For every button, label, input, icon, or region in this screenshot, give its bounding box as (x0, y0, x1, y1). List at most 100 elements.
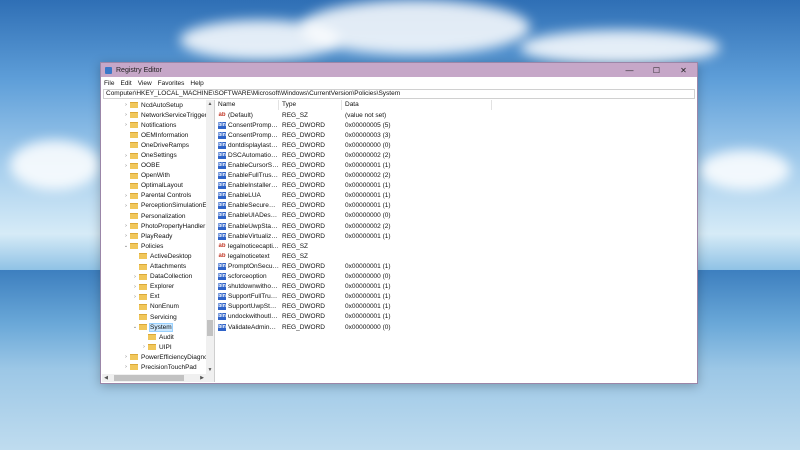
tree-item[interactable]: ⌄ System (102, 322, 206, 332)
tree-item[interactable]: › OOBE (102, 161, 206, 171)
chevron-right-icon[interactable]: › (122, 153, 130, 159)
tree-item[interactable]: Personalization (102, 211, 206, 221)
scroll-right-arrow-icon[interactable]: ▶ (198, 374, 206, 382)
tree-item[interactable]: › Notifications (102, 120, 206, 130)
tree-item[interactable]: › NetworkServiceTriggers (102, 110, 206, 120)
chevron-right-icon[interactable]: › (122, 163, 130, 169)
value-row[interactable]: bin ConsentPromptB... REG_DWORD 0x00000003 … (215, 130, 696, 140)
tree-item[interactable]: Audit (102, 332, 206, 342)
chevron-right-icon[interactable]: › (122, 203, 130, 209)
column-header-name[interactable]: Name (215, 100, 279, 110)
tree-item[interactable]: › UIPI (102, 342, 206, 352)
chevron-right-icon[interactable]: › (122, 233, 130, 239)
column-header-data[interactable]: Data (342, 100, 492, 110)
tree-item[interactable]: › PerceptionSimulationExt (102, 201, 206, 211)
tree-item[interactable]: OpenWith (102, 171, 206, 181)
chevron-right-icon[interactable]: › (131, 274, 139, 280)
chevron-right-icon[interactable]: › (122, 193, 130, 199)
tree-item[interactable]: ActiveDesktop (102, 251, 206, 261)
value-row[interactable]: bin EnableVirtualizat... REG_DWORD 0x000000… (215, 231, 696, 241)
chevron-down-icon[interactable]: ⌄ (122, 243, 130, 249)
value-name-cell: bin shutdownwithou... (215, 283, 279, 291)
tree-item[interactable]: › PrecisionTouchPad (102, 362, 206, 372)
scroll-down-arrow-icon[interactable]: ▼ (206, 366, 214, 374)
chevron-right-icon[interactable]: › (122, 102, 130, 108)
scroll-thumb[interactable] (114, 375, 184, 381)
value-row[interactable]: bin dontdisplaylastu... REG_DWORD 0x0000000… (215, 140, 696, 150)
tree-vertical-scrollbar[interactable]: ▲ ▼ (206, 100, 214, 374)
menu-favorites[interactable]: Favorites (158, 80, 185, 87)
chevron-right-icon[interactable]: › (131, 284, 139, 290)
maximize-button[interactable]: ☐ (643, 63, 670, 77)
tree-item[interactable]: › PhotoPropertyHandler (102, 221, 206, 231)
value-row[interactable]: bin shutdownwithou... REG_DWORD 0x00000001 … (215, 282, 696, 292)
value-row[interactable]: binEnableFullTrustSt...REG_DWORD 0x000000… (215, 171, 696, 181)
value-data: 0x00000000 (0) (345, 141, 391, 149)
value-row[interactable]: bin DSCAutomation... REG_DWORD 0x00000002 (… (215, 150, 696, 160)
value-name-cell: ab legalnoticetext (215, 253, 279, 260)
chevron-right-icon[interactable]: › (122, 112, 130, 118)
value-name-cell: bin EnableInstallerD... (215, 182, 279, 190)
scroll-left-arrow-icon[interactable]: ◀ (102, 374, 110, 382)
value-row[interactable]: binEnableSecureUIA...REG_DWORD 0x00000001… (215, 201, 696, 211)
value-row[interactable]: bin SupportFullTrust... REG_DWORD 0x0000000… (215, 292, 696, 302)
value-name: scforceoption (228, 273, 267, 281)
tree-item[interactable]: › DataCollection (102, 272, 206, 282)
menu-file[interactable]: File (104, 80, 114, 87)
chevron-right-icon[interactable]: › (140, 344, 148, 350)
value-row[interactable]: bin scforceoption REG_DWORD 0x00000000 (0) (215, 272, 696, 282)
minimize-button[interactable]: — (616, 63, 643, 77)
value-row[interactable]: ab (Default) REG_SZ (value not set) (215, 110, 696, 120)
value-row[interactable]: bin PromptOnSecure... REG_DWORD 0x00000001 … (215, 261, 696, 271)
menu-view[interactable]: View (138, 80, 152, 87)
menu-help[interactable]: Help (190, 80, 203, 87)
value-row[interactable]: bin undockwithoutlo... REG_DWORD 0x00000001… (215, 312, 696, 322)
tree-item[interactable]: OptimalLayout (102, 181, 206, 191)
value-row[interactable]: bin ConsentPromptB... REG_DWORD 0x00000005 … (215, 120, 696, 130)
value-row[interactable]: binEnableCursorSup...REG_DWORD 0x00000001… (215, 160, 696, 170)
tree-item[interactable]: OneDriveRamps (102, 140, 206, 150)
scroll-thumb[interactable] (207, 320, 213, 336)
tree-item[interactable]: Attachments (102, 262, 206, 272)
value-row[interactable]: bin EnableUIADeskt... REG_DWORD 0x00000000 … (215, 211, 696, 221)
tree-item[interactable]: › PowerEfficiencyDiagno (102, 352, 206, 362)
chevron-right-icon[interactable]: › (122, 364, 130, 370)
scroll-up-arrow-icon[interactable]: ▲ (206, 100, 214, 108)
column-header-type[interactable]: Type (279, 100, 342, 110)
title-bar[interactable]: Registry Editor — ☐ ✕ (101, 63, 697, 77)
value-row[interactable]: bin EnableUwpStart... REG_DWORD 0x00000002 … (215, 221, 696, 231)
tree-item[interactable]: › Explorer (102, 282, 206, 292)
chevron-right-icon[interactable]: › (122, 122, 130, 128)
binary-value-icon: bin (218, 262, 226, 270)
chevron-right-icon[interactable]: › (122, 354, 130, 360)
tree-horizontal-scrollbar[interactable]: ◀ ▶ (102, 374, 214, 382)
value-row[interactable]: bin EnableInstallerD... REG_DWORD 0x0000000… (215, 181, 696, 191)
tree-item[interactable]: › OneSettings (102, 150, 206, 160)
value-data: 0x00000001 (1) (345, 313, 391, 321)
value-type: REG_DWORD (282, 121, 325, 129)
chevron-right-icon[interactable]: › (131, 294, 139, 300)
tree-item[interactable]: › Parental Controls (102, 191, 206, 201)
tree-item[interactable]: › Ext (102, 292, 206, 302)
value-row[interactable]: ab legalnoticecapti... REG_SZ (215, 241, 696, 251)
tree-item[interactable]: Servicing (102, 312, 206, 322)
tree-item[interactable]: › PlayReady (102, 231, 206, 241)
value-type: REG_DWORD (282, 151, 325, 159)
close-button[interactable]: ✕ (670, 63, 697, 77)
menu-edit[interactable]: Edit (120, 80, 131, 87)
folder-icon (148, 334, 156, 341)
chevron-down-icon[interactable]: ⌄ (131, 324, 139, 330)
tree-item[interactable]: › NcdAutoSetup (102, 100, 206, 110)
value-row[interactable]: bin ValidateAdminC... REG_DWORD 0x00000000 … (215, 322, 696, 332)
binary-value-icon: bin (218, 162, 226, 170)
value-row[interactable]: ab legalnoticetext REG_SZ (215, 251, 696, 261)
tree-item-label: PhotoPropertyHandler (141, 222, 206, 230)
value-row[interactable]: bin EnableLUA REG_DWORD 0x00000001 (1) (215, 191, 696, 201)
value-row[interactable]: bin SupportUwpStar... REG_DWORD 0x00000001 … (215, 302, 696, 312)
chevron-right-icon[interactable]: › (122, 223, 130, 229)
tree-item[interactable]: NonEnum (102, 302, 206, 312)
value-data: 0x00000001 (1) (345, 192, 391, 200)
tree-item[interactable]: ⌄ Policies (102, 241, 206, 251)
tree-item[interactable]: OEMInformation (102, 130, 206, 140)
address-bar[interactable]: Computer\HKEY_LOCAL_MACHINE\SOFTWARE\Mic… (103, 89, 695, 99)
